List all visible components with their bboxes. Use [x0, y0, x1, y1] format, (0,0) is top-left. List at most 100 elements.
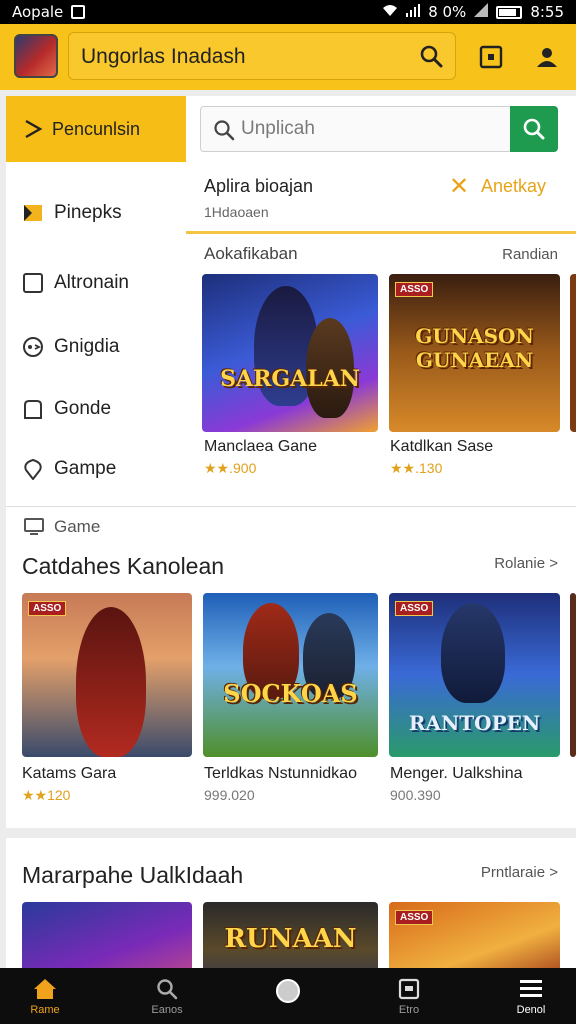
- game-cover[interactable]: ASSO RANTOPEN: [389, 593, 560, 757]
- filter-action-link[interactable]: Anetkay: [481, 176, 546, 197]
- game-logo: SARGALAN: [220, 366, 360, 392]
- play-icon: [25, 119, 43, 139]
- circle-icon: [273, 978, 303, 1004]
- game-cover[interactable]: ASSO: [22, 593, 192, 757]
- game-badge: ASSO: [395, 910, 434, 925]
- game-cover[interactable]: SOCKOAS: [203, 593, 378, 757]
- search-icon[interactable]: [419, 44, 443, 73]
- game-badge: ASSO: [28, 601, 67, 616]
- game-badge: ASSO: [395, 282, 434, 297]
- bag-icon: [24, 400, 42, 419]
- nav-label: Etro: [398, 1004, 420, 1016]
- header-search-bar[interactable]: Ungorlas Inadash: [68, 32, 456, 80]
- status-bar: Aopale 8 0% 8:55: [0, 0, 576, 24]
- section-catalog: Game Catdahes Kanolean Rolanie > ASSO Ka…: [6, 506, 576, 828]
- game-title[interactable]: Terldkas Nstunnidkao: [204, 765, 357, 783]
- profile-button[interactable]: [532, 42, 562, 72]
- clock: 8:55: [530, 3, 564, 21]
- game-title[interactable]: Katams Gara: [22, 765, 116, 783]
- user-icon: [537, 48, 557, 67]
- signal-icon-2: [474, 3, 489, 21]
- game-title[interactable]: Menger. Ualkshina: [390, 765, 523, 783]
- game-cover[interactable]: ASSO: [389, 902, 560, 968]
- nav-home-button[interactable]: [243, 968, 333, 1024]
- search-submit-button[interactable]: [510, 106, 558, 152]
- category-item[interactable]: Altronain: [6, 263, 186, 303]
- game-cover[interactable]: RUNAAN: [203, 902, 378, 968]
- section-title: Mararpahe UalkIdaah: [22, 862, 244, 888]
- game-cover-partial[interactable]: [570, 593, 576, 757]
- game-title[interactable]: Manclaea Gane: [204, 438, 317, 456]
- game-badge: ASSO: [395, 601, 434, 616]
- library-button[interactable]: [476, 42, 506, 72]
- category-item[interactable]: Gonde: [6, 389, 186, 429]
- category-sidebar: Pencunlsin Pinepks Altronain Gnigdia Gon…: [6, 96, 186, 506]
- game-cover-partial[interactable]: [570, 274, 576, 432]
- category-label: Gonde: [54, 398, 112, 419]
- header-title: Ungorlas Inadash: [81, 45, 246, 68]
- search-icon: [523, 118, 545, 140]
- app-header: Ungorlas Inadash: [0, 24, 576, 90]
- category-label: Gnigdia: [54, 336, 120, 357]
- section-title: Catdahes Kanolean: [22, 553, 225, 579]
- game-cover[interactable]: ASSO GUNASON GUNAEAN: [389, 274, 560, 432]
- filter-subtitle: 1Hdaoaen: [204, 204, 269, 220]
- nav-home[interactable]: Rame: [0, 968, 90, 1024]
- search-box: [200, 106, 512, 152]
- game-logo: SOCKOAS: [223, 679, 358, 708]
- gamepad-icon: [23, 337, 43, 357]
- category-label: Gampe: [54, 458, 117, 479]
- category-label: Altronain: [54, 272, 129, 293]
- location-pin-icon: [24, 458, 42, 480]
- box-icon: [394, 976, 424, 1002]
- hero-figure: [76, 607, 146, 757]
- battery-percent: 8 0%: [428, 3, 467, 21]
- hero-figure: [441, 603, 505, 703]
- game-logo: RUNAAN: [224, 924, 357, 954]
- filter-bar: Aplira bioajan 1Hdaoaen ✕ Anetkay: [186, 162, 576, 234]
- category-item-active[interactable]: Pencunlsin: [6, 96, 186, 162]
- section-more-link[interactable]: Randian: [502, 246, 558, 263]
- carrier-name: Aopale: [12, 3, 64, 21]
- game-title[interactable]: Katdlkan Sase: [390, 438, 493, 456]
- game-logo: GUNASON GUNAEAN: [415, 324, 534, 372]
- category-label: Pencunlsin: [52, 119, 141, 139]
- menu-icon: [516, 976, 546, 1002]
- app-logo[interactable]: [14, 34, 58, 78]
- search-icon: [152, 976, 182, 1002]
- search-input[interactable]: [241, 115, 501, 143]
- game-logo: RANTOPEN: [408, 711, 541, 735]
- wifi-icon: [382, 3, 398, 21]
- nav-label: Eanos: [151, 1004, 183, 1016]
- filter-title: Aplira bioajan: [204, 176, 314, 196]
- category-item[interactable]: Pinepks: [6, 193, 186, 233]
- close-icon[interactable]: ✕: [444, 172, 474, 202]
- category-label: Pinepks: [54, 202, 122, 223]
- nav-label: Rame: [30, 1004, 60, 1016]
- section-title: Aokafikaban: [204, 244, 298, 263]
- nav-library[interactable]: Etro: [364, 968, 454, 1024]
- section-more-link[interactable]: Rolanie >: [494, 555, 558, 572]
- section-more-link[interactable]: Prntlaraie >: [481, 864, 558, 881]
- category-item[interactable]: Gampe: [6, 449, 186, 489]
- game-cover[interactable]: SARGALAN: [202, 274, 378, 432]
- game-rating: ★★120: [22, 787, 71, 803]
- nav-menu[interactable]: Denol: [486, 968, 576, 1024]
- box-icon: [479, 45, 503, 69]
- game-label: Game: [24, 517, 100, 537]
- nav-search[interactable]: Eanos: [122, 968, 212, 1024]
- battery-icon: [496, 5, 523, 19]
- nav-label: Denol: [516, 1004, 546, 1016]
- signal-icon: [406, 3, 421, 21]
- game-rating: 999.020: [204, 787, 255, 803]
- category-item[interactable]: Gnigdia: [6, 327, 186, 367]
- content-panel: Aplira bioajan 1Hdaoaen ✕ Anetkay Aokafi…: [186, 96, 576, 506]
- game-rating: ★★.130: [390, 460, 443, 476]
- monitor-icon: [24, 518, 44, 535]
- home-icon: [30, 976, 60, 1002]
- section-popular: Mararpahe UalkIdaah Prntlaraie > RUNAAN …: [6, 838, 576, 968]
- square-icon: [23, 273, 43, 293]
- game-cover[interactable]: [22, 902, 192, 968]
- folder-icon: [24, 205, 42, 221]
- bottom-navigation: Rame Eanos Etro Denol: [0, 968, 576, 1024]
